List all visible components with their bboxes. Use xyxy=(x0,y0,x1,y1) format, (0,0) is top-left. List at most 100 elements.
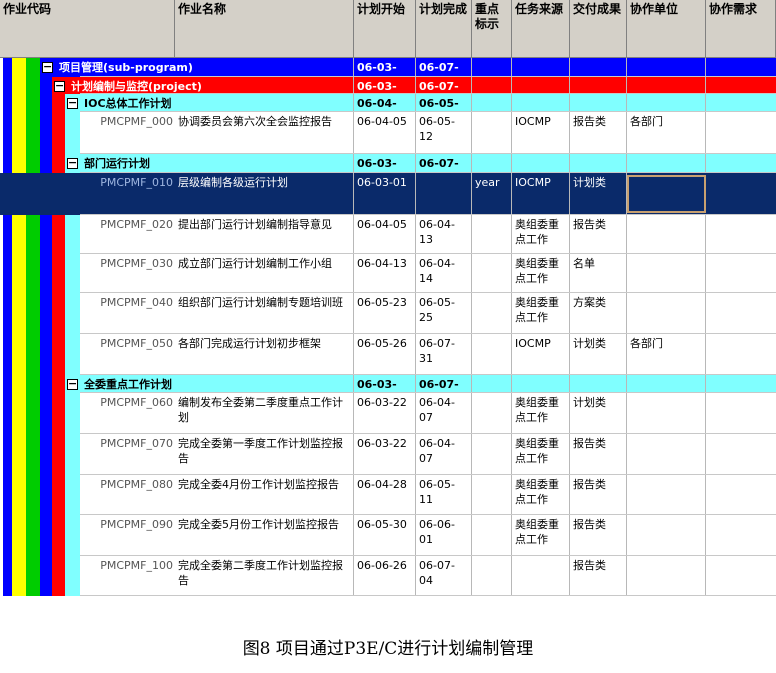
wbs-level-stripe xyxy=(3,293,12,334)
deliverable: 方案类 xyxy=(570,293,627,334)
task-source: IOCMP xyxy=(512,334,570,375)
table-row[interactable]: PMCPMF_000 协调委员会第六次全会监控报告 06-04-05 06-05-12… xyxy=(0,112,776,154)
table-row[interactable]: PMCPMF_050 各部门完成运行计划初步框架 06-05-26 06-07-31 I… xyxy=(0,334,776,375)
wbs-name: IOC总体工作计划 xyxy=(81,94,354,112)
deliverable: 报告类 xyxy=(570,215,627,254)
wbs-level-stripe xyxy=(26,556,40,596)
task-source: 奥组委重点工作 xyxy=(512,215,570,254)
wbs-level-stripe xyxy=(26,393,40,434)
priority-mark xyxy=(472,154,512,173)
wbs-level-stripe xyxy=(3,375,12,393)
partner-need xyxy=(706,254,776,293)
priority-mark xyxy=(472,334,512,375)
column-code-header[interactable]: 作业代码 xyxy=(0,0,175,58)
wbs-level-stripe xyxy=(40,375,52,393)
partner-unit xyxy=(627,375,706,393)
wbs-level-stripe xyxy=(40,556,52,596)
group-row[interactable]: −IOC总体工作计划06-04-0506-05-12 xyxy=(0,94,776,112)
program-row[interactable]: −项目管理(sub-program)06-03-1706-07-31 xyxy=(0,58,776,77)
partner-need xyxy=(706,434,776,475)
task-source xyxy=(512,556,570,596)
deliverable: 报告类 xyxy=(570,556,627,596)
column-mark-header[interactable]: 重点标示 xyxy=(472,0,512,58)
partner-unit[interactable] xyxy=(627,175,706,213)
table-row[interactable]: PMCPMF_010 层级编制各级运行计划 06-03-01 year IOCMP 计划类 xyxy=(0,173,776,215)
wbs-level-stripe xyxy=(52,556,65,596)
deliverable: 报告类 xyxy=(570,112,627,154)
column-start-header[interactable]: 计划开始 xyxy=(354,0,416,58)
task-source xyxy=(512,375,570,393)
wbs-name: 部门运行计划 xyxy=(81,154,354,173)
priority-mark xyxy=(472,293,512,334)
collapse-toggle-icon[interactable]: − xyxy=(67,157,78,169)
column-need-header[interactable]: 协作需求 xyxy=(706,0,776,58)
wbs-level-stripe xyxy=(65,434,80,475)
planned-start: 06-05-23 xyxy=(354,293,416,334)
partner-need xyxy=(706,94,776,112)
partner-unit xyxy=(627,434,706,475)
activity-code: PMCPMF_010 xyxy=(100,176,173,189)
wbs-level-stripe xyxy=(65,556,80,596)
wbs-level-stripe xyxy=(26,515,40,556)
deliverable: 报告类 xyxy=(570,434,627,475)
wbs-level-stripe xyxy=(65,112,80,154)
wbs-level-stripe xyxy=(40,334,52,375)
column-source-header[interactable]: 任务来源 xyxy=(512,0,570,58)
wbs-level-stripe xyxy=(3,215,12,254)
planned-finish: 06-06-01 xyxy=(416,515,472,556)
table-row[interactable]: PMCPMF_030 成立部门运行计划编制工作小组 06-04-13 06-04-14… xyxy=(0,254,776,293)
project-row[interactable]: −计划编制与监控(project)06-03-0106-07-31 xyxy=(0,77,776,94)
activity-code: PMCPMF_070 xyxy=(100,437,173,450)
table-row[interactable]: PMCPMF_100 完成全委第二季度工作计划监控报告 06-06-26 06-07-… xyxy=(0,556,776,596)
wbs-level-stripe xyxy=(40,254,52,293)
deliverable xyxy=(570,154,627,173)
partner-unit xyxy=(627,293,706,334)
collapse-toggle-icon[interactable]: − xyxy=(67,378,78,390)
wbs-level-stripe xyxy=(12,556,26,596)
deliverable: 名单 xyxy=(570,254,627,293)
wbs-level-stripe xyxy=(40,112,52,154)
wbs-level-stripe xyxy=(40,94,52,112)
activity-name: 组织部门运行计划编制专题培训班 xyxy=(175,293,354,334)
wbs-level-stripe xyxy=(26,293,40,334)
planned-start: 06-06-26 xyxy=(354,556,416,596)
planned-finish: 06-04-14 xyxy=(416,254,472,293)
wbs-level-stripe xyxy=(26,94,40,112)
partner-need xyxy=(706,112,776,154)
wbs-level-stripe xyxy=(40,475,52,515)
row-divider xyxy=(80,595,776,596)
collapse-toggle-icon[interactable]: − xyxy=(54,80,65,92)
deliverable: 计划类 xyxy=(570,334,627,375)
column-deliver-header[interactable]: 交付成果 xyxy=(570,0,627,58)
wbs-level-stripe xyxy=(12,58,26,77)
wbs-level-stripe xyxy=(52,154,65,173)
collapse-toggle-icon[interactable]: − xyxy=(42,61,53,73)
column-name-header[interactable]: 作业名称 xyxy=(175,0,354,58)
group-row[interactable]: −部门运行计划06-03-0106-07-31 xyxy=(0,154,776,173)
wbs-level-stripe xyxy=(12,434,26,475)
table-row[interactable]: PMCPMF_090 完成全委5月份工作计划监控报告 06-05-30 06-06-0… xyxy=(0,515,776,556)
table-row[interactable]: PMCPMF_080 完成全委4月份工作计划监控报告 06-04-28 06-05-1… xyxy=(0,475,776,515)
column-finish-header[interactable]: 计划完成 xyxy=(416,0,472,58)
table-row[interactable]: PMCPMF_070 完成全委第一季度工作计划监控报告 06-03-22 06-04-… xyxy=(0,434,776,475)
wbs-level-stripe xyxy=(26,475,40,515)
collapse-toggle-icon[interactable]: − xyxy=(67,97,78,109)
task-source: 奥组委重点工作 xyxy=(512,475,570,515)
planned-start: 06-04-13 xyxy=(354,254,416,293)
partner-unit xyxy=(627,58,706,77)
priority-mark xyxy=(472,254,512,293)
wbs-level-stripe xyxy=(3,112,12,154)
group-row[interactable]: −全委重点工作计划06-03-2206-07-04 xyxy=(0,375,776,393)
table-row[interactable]: PMCPMF_060 编制发布全委第二季度重点工作计划 06-03-22 06-04-… xyxy=(0,393,776,434)
task-source: IOCMP xyxy=(512,112,570,154)
activity-name: 完成全委第一季度工作计划监控报告 xyxy=(175,434,354,475)
priority-mark xyxy=(472,215,512,254)
planned-finish: 06-05-11 xyxy=(416,475,472,515)
partner-unit xyxy=(627,215,706,254)
partner-unit xyxy=(627,77,706,94)
partner-need xyxy=(706,556,776,596)
column-partner-header[interactable]: 协作单位 xyxy=(627,0,706,58)
activity-code: PMCPMF_050 xyxy=(100,337,173,350)
table-row[interactable]: PMCPMF_020 提出部门运行计划编制指导意见 06-04-05 06-04-13… xyxy=(0,215,776,254)
table-row[interactable]: PMCPMF_040 组织部门运行计划编制专题培训班 06-05-23 06-05-2… xyxy=(0,293,776,334)
